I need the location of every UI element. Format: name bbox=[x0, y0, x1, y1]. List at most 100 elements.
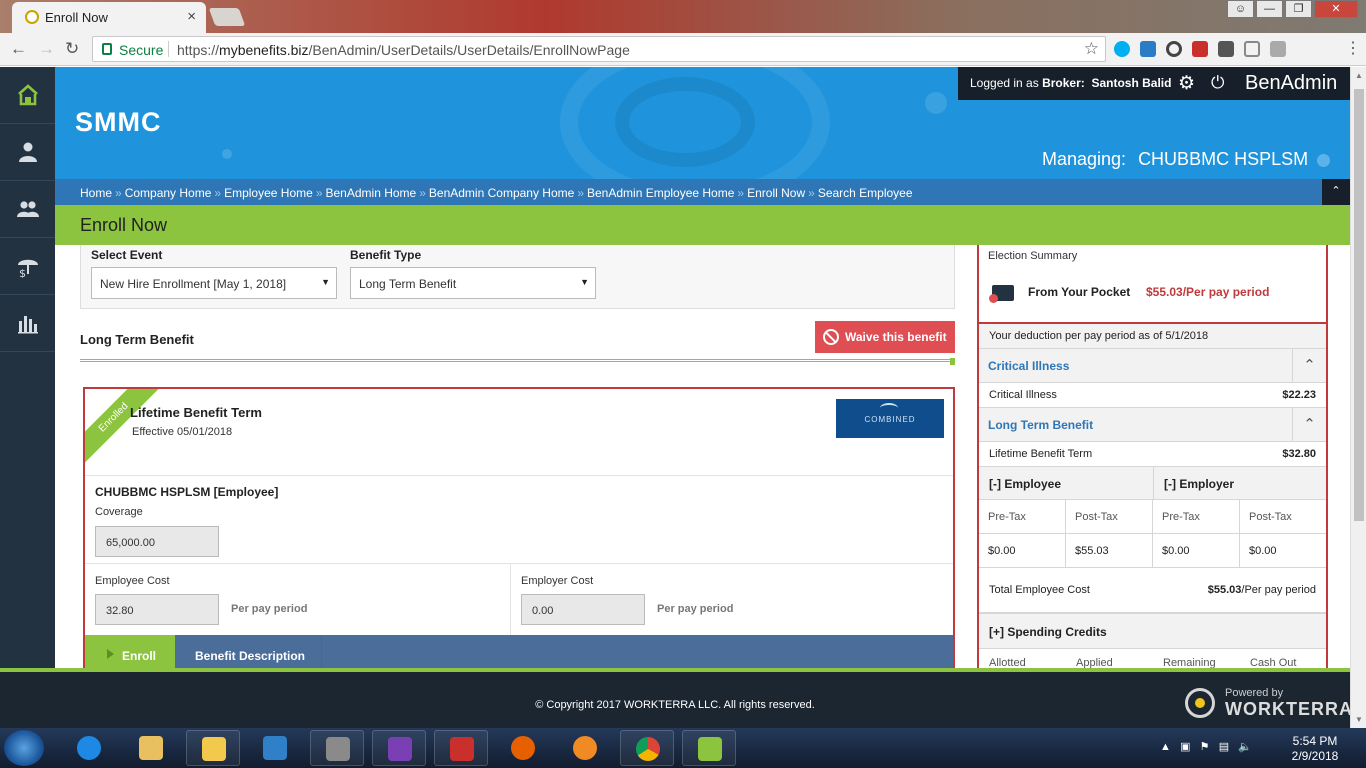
breadcrumb-link[interactable]: Enroll Now bbox=[747, 186, 805, 200]
breadcrumb-separator: » bbox=[419, 186, 426, 200]
tab-title: Enroll Now bbox=[45, 10, 108, 25]
firefox-icon bbox=[511, 736, 535, 760]
grammarly-icon[interactable] bbox=[1270, 41, 1286, 57]
spending-credits-columns: Allotted Applied Remaining Cash Out bbox=[979, 648, 1326, 668]
back-icon[interactable]: ← bbox=[10, 39, 27, 59]
chrome-icon bbox=[636, 737, 660, 761]
tray-volume-icon[interactable]: 🔈 bbox=[1238, 741, 1252, 753]
collapse-header-icon[interactable]: ⌃ bbox=[1322, 179, 1350, 205]
employer-post-tax-value: $0.00 bbox=[1240, 534, 1326, 568]
breadcrumb-link[interactable]: BenAdmin Employee Home bbox=[587, 186, 734, 200]
user-bar: Logged in as Broker: Santosh Balid ⚙ ⏻ B… bbox=[958, 67, 1350, 100]
extension-icon[interactable] bbox=[1244, 41, 1260, 57]
hub-icon[interactable] bbox=[1166, 41, 1182, 57]
new-tab-button[interactable] bbox=[208, 8, 246, 26]
scroll-thumb[interactable] bbox=[1354, 89, 1364, 521]
breadcrumb-link[interactable]: Company Home bbox=[125, 186, 212, 200]
skype-icon[interactable] bbox=[1114, 41, 1130, 57]
group-title: Critical Illness bbox=[988, 359, 1070, 373]
tray-expand-icon[interactable]: ▲ bbox=[1160, 741, 1171, 753]
breadcrumb-link[interactable]: Search Employee bbox=[818, 186, 913, 200]
managing-company: CHUBBMC HSPLSM bbox=[1138, 149, 1309, 169]
sidenav-employee[interactable] bbox=[0, 124, 55, 181]
waive-benefit-button[interactable]: Waive this benefit bbox=[815, 321, 955, 353]
scroll-down-icon[interactable]: ▼ bbox=[1355, 715, 1363, 724]
employee-cost-label: Employee Cost bbox=[95, 575, 170, 587]
taskbar-ie[interactable] bbox=[62, 730, 116, 766]
employer-header[interactable]: [-] Employer bbox=[1164, 477, 1234, 491]
url-host: mybenefits.biz bbox=[219, 42, 309, 58]
breadcrumb-links: Home» Company Home» Employee Home» BenAdmin… bbox=[80, 186, 913, 200]
page-title-bar: Enroll Now bbox=[55, 205, 1350, 245]
line-value: $22.23 bbox=[1282, 389, 1316, 401]
saml-icon[interactable] bbox=[1140, 41, 1156, 57]
info-icon[interactable] bbox=[1317, 153, 1331, 167]
taskbar-app[interactable] bbox=[558, 730, 612, 766]
spending-credits-header[interactable]: [+] Spending Credits bbox=[979, 612, 1326, 648]
user-name: Santosh Balid bbox=[1091, 76, 1172, 90]
user-icon[interactable]: ☺ bbox=[1227, 0, 1254, 18]
employee-header[interactable]: [-] Employee bbox=[989, 477, 1061, 491]
close-window-button[interactable]: ✕ bbox=[1314, 0, 1358, 18]
system-clock[interactable]: 5:54 PM 2/9/2018 bbox=[1280, 734, 1350, 764]
gear-icon[interactable]: ⚙ bbox=[1178, 72, 1195, 95]
notes-icon[interactable] bbox=[1218, 41, 1234, 57]
tray-flag-icon[interactable]: ⚑ bbox=[1200, 741, 1210, 753]
taskbar-acrobat[interactable] bbox=[434, 730, 488, 766]
taskbar-explorer[interactable] bbox=[124, 730, 178, 766]
sidenav-benefits[interactable]: $ bbox=[0, 238, 55, 295]
group-long-term-benefit[interactable]: Long Term Benefit ⌃ bbox=[979, 407, 1326, 442]
breadcrumb-separator: » bbox=[214, 186, 222, 200]
select-event-dropdown[interactable]: New Hire Enrollment [May 1, 2018] ▼ bbox=[91, 267, 337, 299]
breadcrumb-link[interactable]: Employee Home bbox=[224, 186, 313, 200]
tray-network-icon[interactable]: ▤ bbox=[1219, 741, 1229, 753]
employee-pre-tax-value: $0.00 bbox=[979, 534, 1066, 568]
employee-post-tax-value: $55.03 bbox=[1066, 534, 1153, 568]
tab-benefit-description[interactable]: Benefit Description bbox=[175, 635, 322, 668]
waive-benefit-label: Waive this benefit bbox=[845, 330, 947, 344]
taskbar-media[interactable] bbox=[248, 730, 302, 766]
breadcrumb-link[interactable]: BenAdmin Home bbox=[326, 186, 417, 200]
browser-menu-icon[interactable]: ⋮ bbox=[1345, 38, 1361, 58]
taskbar-firefox[interactable] bbox=[496, 730, 550, 766]
taskbar-chrome[interactable] bbox=[620, 730, 674, 766]
chevron-up-icon[interactable]: ⌃ bbox=[1292, 408, 1326, 442]
benefit-type-dropdown[interactable]: Long Term Benefit ▼ bbox=[350, 267, 596, 299]
credit-column: Cash Out bbox=[1250, 657, 1297, 668]
visualstudio-icon bbox=[388, 737, 412, 761]
employer-cost-label: Employer Cost bbox=[521, 575, 594, 587]
sidenav-home[interactable] bbox=[0, 67, 55, 124]
browser-tab[interactable]: Enroll Now × bbox=[12, 2, 206, 33]
breadcrumb-link[interactable]: BenAdmin Company Home bbox=[429, 186, 574, 200]
bookmark-star-icon[interactable]: ☆ bbox=[1084, 39, 1099, 59]
tray-device-icon[interactable]: ▣ bbox=[1180, 741, 1190, 753]
tab-enroll[interactable]: Enroll bbox=[85, 635, 175, 668]
company-brand[interactable]: SMMC bbox=[75, 107, 162, 138]
power-icon[interactable]: ⏻ bbox=[1211, 73, 1224, 93]
address-bar[interactable]: Secure https://mybenefits.biz/BenAdmin/U… bbox=[92, 36, 1106, 62]
notepad-icon bbox=[698, 737, 722, 761]
minimize-button[interactable]: — bbox=[1256, 0, 1283, 18]
from-pocket-label: From Your Pocket bbox=[1028, 285, 1131, 299]
url-scheme: https:// bbox=[177, 42, 220, 58]
taskbar-tools[interactable] bbox=[310, 730, 364, 766]
forward-icon[interactable]: → bbox=[38, 39, 55, 59]
pdf-icon[interactable] bbox=[1192, 41, 1208, 57]
group-critical-illness[interactable]: Critical Illness ⌃ bbox=[979, 348, 1326, 383]
benefit-type-label: Benefit Type bbox=[350, 248, 422, 262]
reload-icon[interactable]: ↻ bbox=[65, 39, 79, 59]
sidenav-reports[interactable] bbox=[0, 295, 55, 352]
taskbar-visualstudio[interactable] bbox=[372, 730, 426, 766]
deduction-note-row: Your deduction per pay period as of 5/1/… bbox=[979, 322, 1326, 348]
start-button[interactable] bbox=[4, 730, 44, 766]
spending-credits-label: [+] Spending Credits bbox=[989, 625, 1107, 639]
taskbar-outlook[interactable] bbox=[186, 730, 240, 766]
breadcrumb-link[interactable]: Home bbox=[80, 186, 112, 200]
maximize-button[interactable]: ❐ bbox=[1285, 0, 1312, 18]
taskbar-notepad[interactable] bbox=[682, 730, 736, 766]
chevron-up-icon[interactable]: ⌃ bbox=[1292, 349, 1326, 383]
sidenav-employees[interactable] bbox=[0, 181, 55, 238]
tab-close-icon[interactable]: × bbox=[187, 8, 196, 25]
scroll-up-icon[interactable]: ▲ bbox=[1355, 71, 1363, 80]
page-scrollbar[interactable]: ▲ ▼ bbox=[1350, 67, 1366, 728]
